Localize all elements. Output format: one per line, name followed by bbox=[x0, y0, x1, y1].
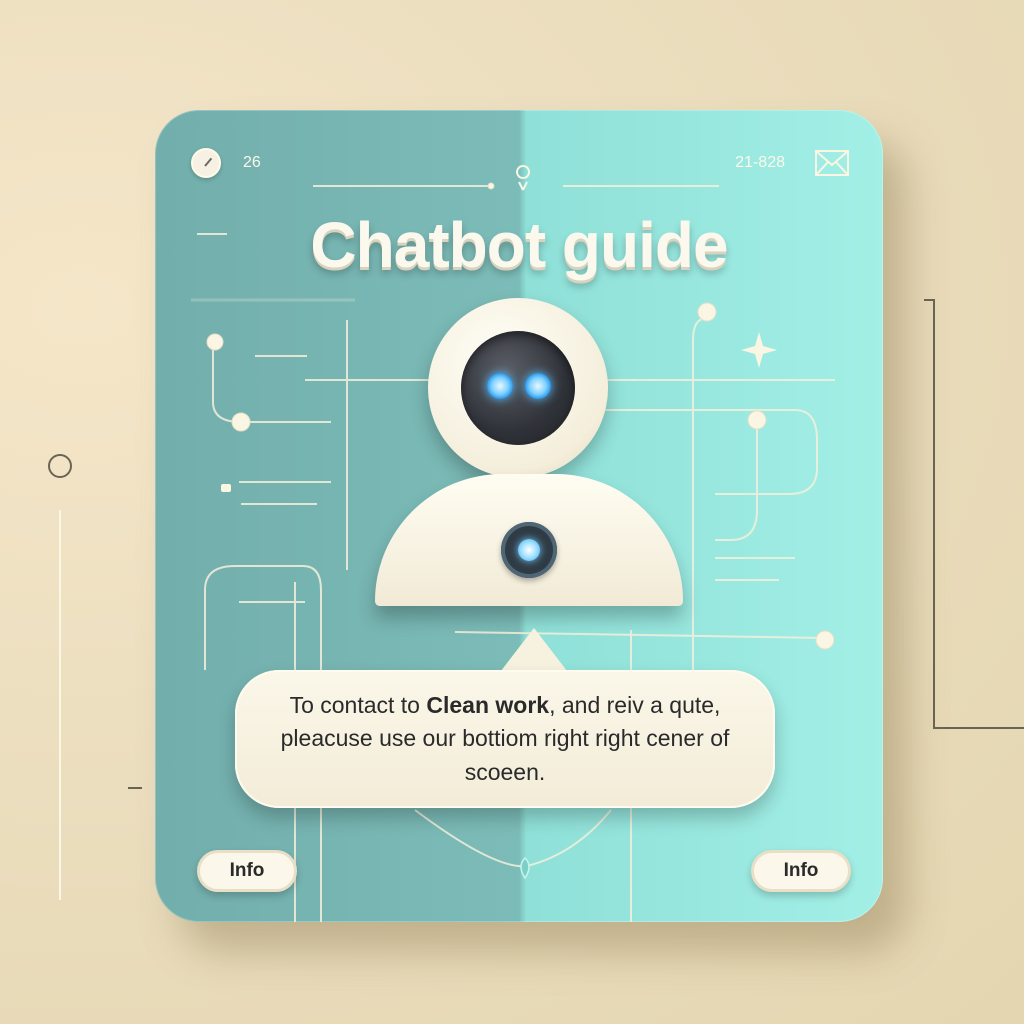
info-button-left[interactable]: Info bbox=[197, 850, 297, 892]
header-right-value: 21-828 bbox=[735, 154, 785, 171]
clock-icon[interactable] bbox=[191, 148, 221, 178]
location-pin-icon bbox=[516, 165, 531, 191]
header-right: 21-828 bbox=[735, 150, 849, 176]
robot-face bbox=[461, 331, 575, 445]
header-left-value: 26 bbox=[243, 154, 261, 171]
info-button-right[interactable]: Info bbox=[751, 850, 851, 892]
bubble-text-bold: Clean work bbox=[426, 691, 550, 718]
header-left: 26 bbox=[191, 148, 261, 178]
sparkle-icon bbox=[741, 332, 777, 368]
speech-bubble: To contact to Clean work, and reiv a qut… bbox=[235, 670, 775, 808]
robot-avatar bbox=[428, 298, 608, 478]
robot-eye-left bbox=[487, 373, 513, 399]
robot-eye-right bbox=[525, 373, 551, 399]
bubble-text-prefix: To contact to bbox=[289, 691, 427, 718]
mail-icon[interactable] bbox=[815, 150, 849, 176]
chatbot-guide-card: 26 21-828 Chatbot guide To contact to Cl… bbox=[155, 110, 883, 922]
robot-chest-light bbox=[501, 522, 557, 578]
page-title: Chatbot guide bbox=[310, 209, 728, 281]
speech-bubble-text: To contact to Clean work, and reiv a qut… bbox=[265, 689, 745, 789]
